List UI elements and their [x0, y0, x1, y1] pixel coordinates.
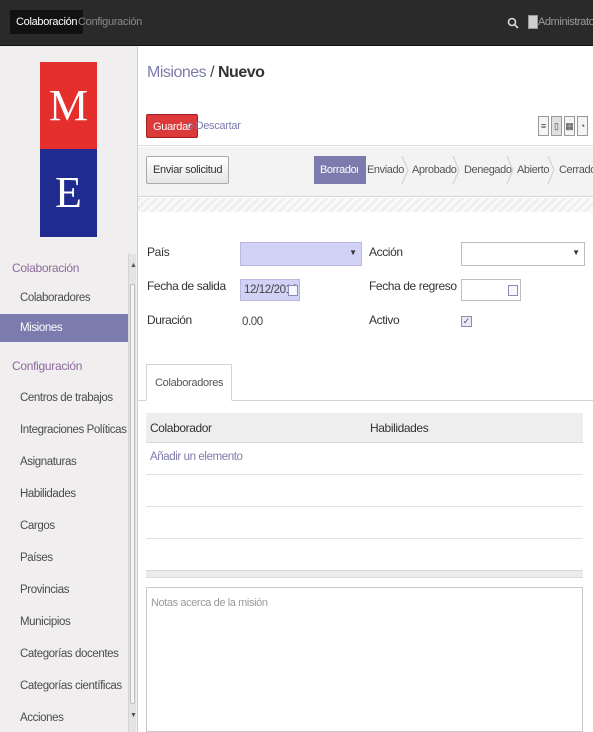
- table-row: [146, 506, 583, 507]
- chevron-down-icon: ▼: [349, 248, 357, 257]
- sidebar-item-integraciones[interactable]: Integraciones Políticas: [0, 416, 128, 444]
- top-navbar: Colaboración Configuración Administrator…: [0, 0, 593, 46]
- accion-label: Acción: [369, 245, 403, 259]
- sidebar-scrollbar[interactable]: ▲ ▼: [128, 254, 137, 732]
- stage-abierto[interactable]: Abierto: [517, 156, 549, 184]
- accion-select[interactable]: ▼: [461, 242, 585, 266]
- sidebar-item-centros[interactable]: Centros de trabajos: [0, 384, 128, 412]
- duracion-label: Duración: [147, 313, 192, 327]
- fecha-regreso-label: Fecha de regreso: [369, 279, 457, 293]
- graph-view-icon[interactable]: ◔: [577, 116, 588, 136]
- app-logo: M E: [40, 62, 97, 237]
- menu-colaboracion[interactable]: Colaboración: [10, 10, 84, 34]
- scroll-down-icon[interactable]: ▼: [130, 712, 137, 719]
- chevron-down-icon: ▼: [572, 248, 580, 257]
- view-switcher: ≡ ▯ ▦ ◔: [538, 114, 593, 138]
- stage-aprobado[interactable]: Aprobado: [412, 156, 457, 184]
- notes-placeholder: Notas acerca de la misión: [151, 597, 268, 609]
- stage-cerrado[interactable]: Cerrado: [559, 156, 593, 184]
- discard-link[interactable]: o Descartar: [187, 114, 241, 138]
- column-colaborador[interactable]: Colaborador: [150, 413, 212, 443]
- breadcrumb-parent[interactable]: Misiones: [147, 64, 207, 81]
- column-habilidades[interactable]: Habilidades: [370, 413, 429, 443]
- sidebar-item-misiones[interactable]: Misiones: [0, 314, 128, 342]
- pais-select[interactable]: ▼: [240, 242, 362, 266]
- stage-chevron-icon: [401, 156, 409, 184]
- sidebar-item-cargos[interactable]: Cargos: [0, 512, 128, 540]
- notes-textarea[interactable]: Notas acerca de la misión: [146, 587, 583, 732]
- stage-chevron-icon: [547, 156, 555, 184]
- logo-top: M: [40, 62, 97, 149]
- sidebar-item-asignaturas[interactable]: Asignaturas: [0, 448, 128, 476]
- calendar-icon[interactable]: [508, 285, 518, 296]
- stage-chevron-icon: [506, 156, 514, 184]
- fecha-regreso-field[interactable]: [461, 279, 521, 301]
- stage-enviado[interactable]: Enviado: [367, 156, 404, 184]
- sidebar-item-provincias[interactable]: Provincias: [0, 576, 128, 604]
- sidebar-item-categorias-docentes[interactable]: Categorías docentes: [0, 640, 128, 668]
- add-item-link[interactable]: Añadir un elemento: [150, 451, 243, 463]
- pais-label: País: [147, 245, 170, 259]
- sidebar-item-categorias-cientificas[interactable]: Categorías científicas: [0, 672, 128, 700]
- duracion-value: 0.00: [242, 316, 263, 328]
- logo-bottom: E: [40, 149, 97, 237]
- statusbar: Enviar solicitud Borrador Enviado Aproba…: [138, 147, 593, 197]
- sidebar-item-habilidades[interactable]: Habilidades: [0, 480, 128, 508]
- list-view-icon[interactable]: ≡: [538, 116, 549, 136]
- fecha-salida-label: Fecha de salida: [147, 279, 226, 293]
- calendar-view-icon[interactable]: ▦: [564, 116, 575, 136]
- sidebar: M E Colaboración Colaboradores Misiones …: [0, 46, 138, 732]
- breadcrumb-current: Nuevo: [217, 64, 265, 81]
- user-menu[interactable]: Administrator ▾: [538, 10, 593, 34]
- scroll-up-icon[interactable]: ▲: [130, 262, 137, 269]
- sidebar-item-colaboradores[interactable]: Colaboradores: [0, 284, 128, 312]
- scrollbar-thumb[interactable]: [130, 284, 135, 704]
- sidebar-item-municipios[interactable]: Municipios: [0, 608, 128, 636]
- avatar[interactable]: [528, 15, 538, 29]
- stage-chevron-icon: [452, 156, 460, 184]
- breadcrumb-separator: /: [206, 64, 218, 81]
- breadcrumb: Misiones / Nuevo: [147, 64, 265, 82]
- sidebar-item-acciones[interactable]: Acciones: [0, 704, 128, 732]
- sidebar-heading-colaboracion: Colaboración: [12, 261, 80, 275]
- activo-checkbox[interactable]: ✓: [461, 316, 472, 327]
- tab-colaboradores[interactable]: Colaboradores: [146, 364, 233, 401]
- table-row: [146, 538, 583, 539]
- table-row: [146, 474, 583, 475]
- table-footer: [146, 570, 583, 578]
- header-divider: [138, 145, 593, 146]
- form-view-icon[interactable]: ▯: [551, 116, 562, 136]
- calendar-icon[interactable]: [288, 285, 298, 296]
- menu-configuracion[interactable]: Configuración: [78, 10, 142, 34]
- sidebar-heading-configuracion: Configuración: [12, 359, 83, 373]
- search-icon[interactable]: [507, 17, 519, 29]
- table-header: Colaborador Habilidades: [146, 413, 583, 443]
- stage-chevron-icon: [358, 156, 366, 184]
- form-sheet-top: [138, 198, 593, 212]
- fecha-salida-field[interactable]: 12/12/2016: [240, 279, 300, 301]
- sidebar-item-paises[interactable]: Países: [0, 544, 128, 572]
- stage-denegado[interactable]: Denegado: [464, 156, 512, 184]
- send-request-button[interactable]: Enviar solicitud: [146, 156, 230, 184]
- activo-label: Activo: [369, 313, 400, 327]
